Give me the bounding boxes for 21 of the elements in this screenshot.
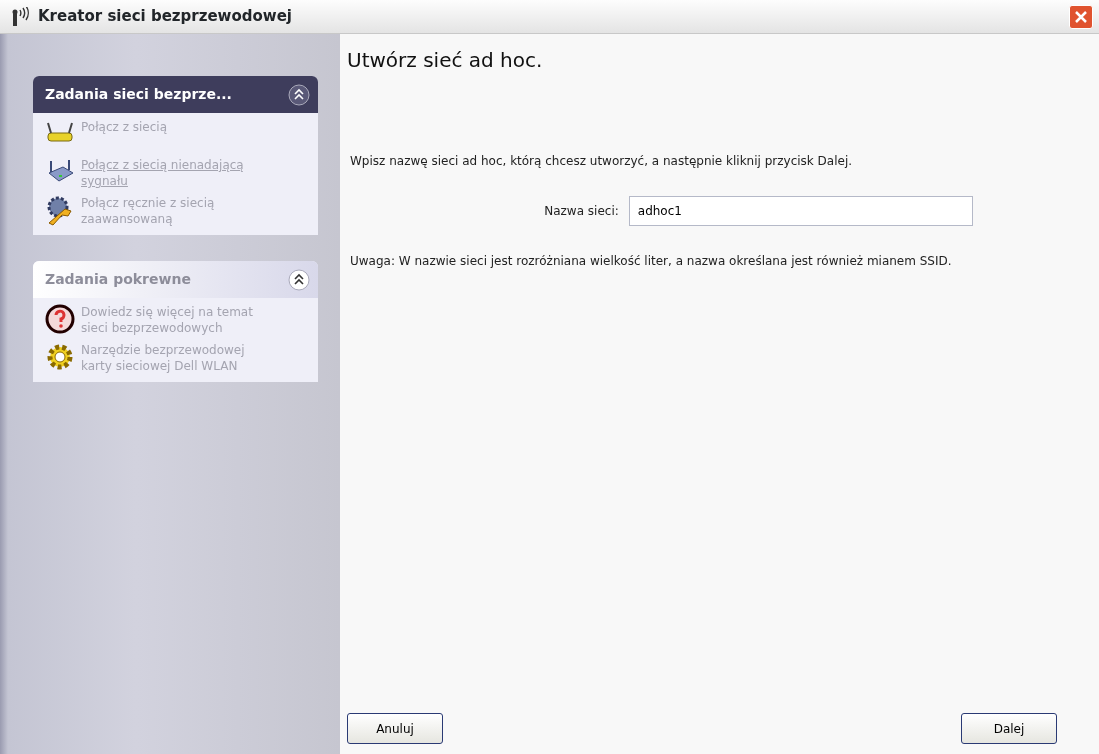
field-label: Nazwa sieci: xyxy=(544,203,619,220)
panel-title: Zadania pokrewne xyxy=(45,270,191,289)
instruction-text: Wpisz nazwę sieci ad hoc, którą chcesz utworzyć, a następnie kliknij przycisk Dalej. xyxy=(350,153,854,170)
close-button[interactable] xyxy=(1069,4,1093,29)
close-icon xyxy=(1074,9,1088,24)
task-link[interactable]: Narzędzie bezprzewodowej karty sieciowej Dell WLAN xyxy=(81,342,261,374)
page-heading: Utwórz sieć ad hoc. xyxy=(347,48,544,72)
help-icon xyxy=(45,304,77,336)
task-link[interactable]: Połącz z siecią xyxy=(81,119,261,135)
network-name-field[interactable]: adhoc1 xyxy=(628,196,973,226)
task-link[interactable]: Połącz ręcznie z siecią zaawansowaną xyxy=(81,195,261,227)
wizard-button[interactable]: Anuluj xyxy=(347,713,443,744)
task-link[interactable]: Połącz z siecią nienadającą sygnału xyxy=(81,157,261,189)
window-title: Kreator sieci bezprzewodowej xyxy=(38,6,292,28)
task-link[interactable]: Dowiedz się więcej na temat sieci bezprzewodowych xyxy=(81,304,261,336)
collapse-icon[interactable] xyxy=(288,83,310,106)
note-text: Uwaga: W nazwie sieci jest rozróżniana wielkość liter, a nazwa określana jest również mianem SSID. xyxy=(350,253,953,270)
wizard-button[interactable]: Dalej xyxy=(961,713,1057,744)
panel-title: Zadania sieci bezprze... xyxy=(45,85,232,104)
collapse-icon[interactable] xyxy=(288,268,310,291)
wireless-icon xyxy=(10,6,32,27)
